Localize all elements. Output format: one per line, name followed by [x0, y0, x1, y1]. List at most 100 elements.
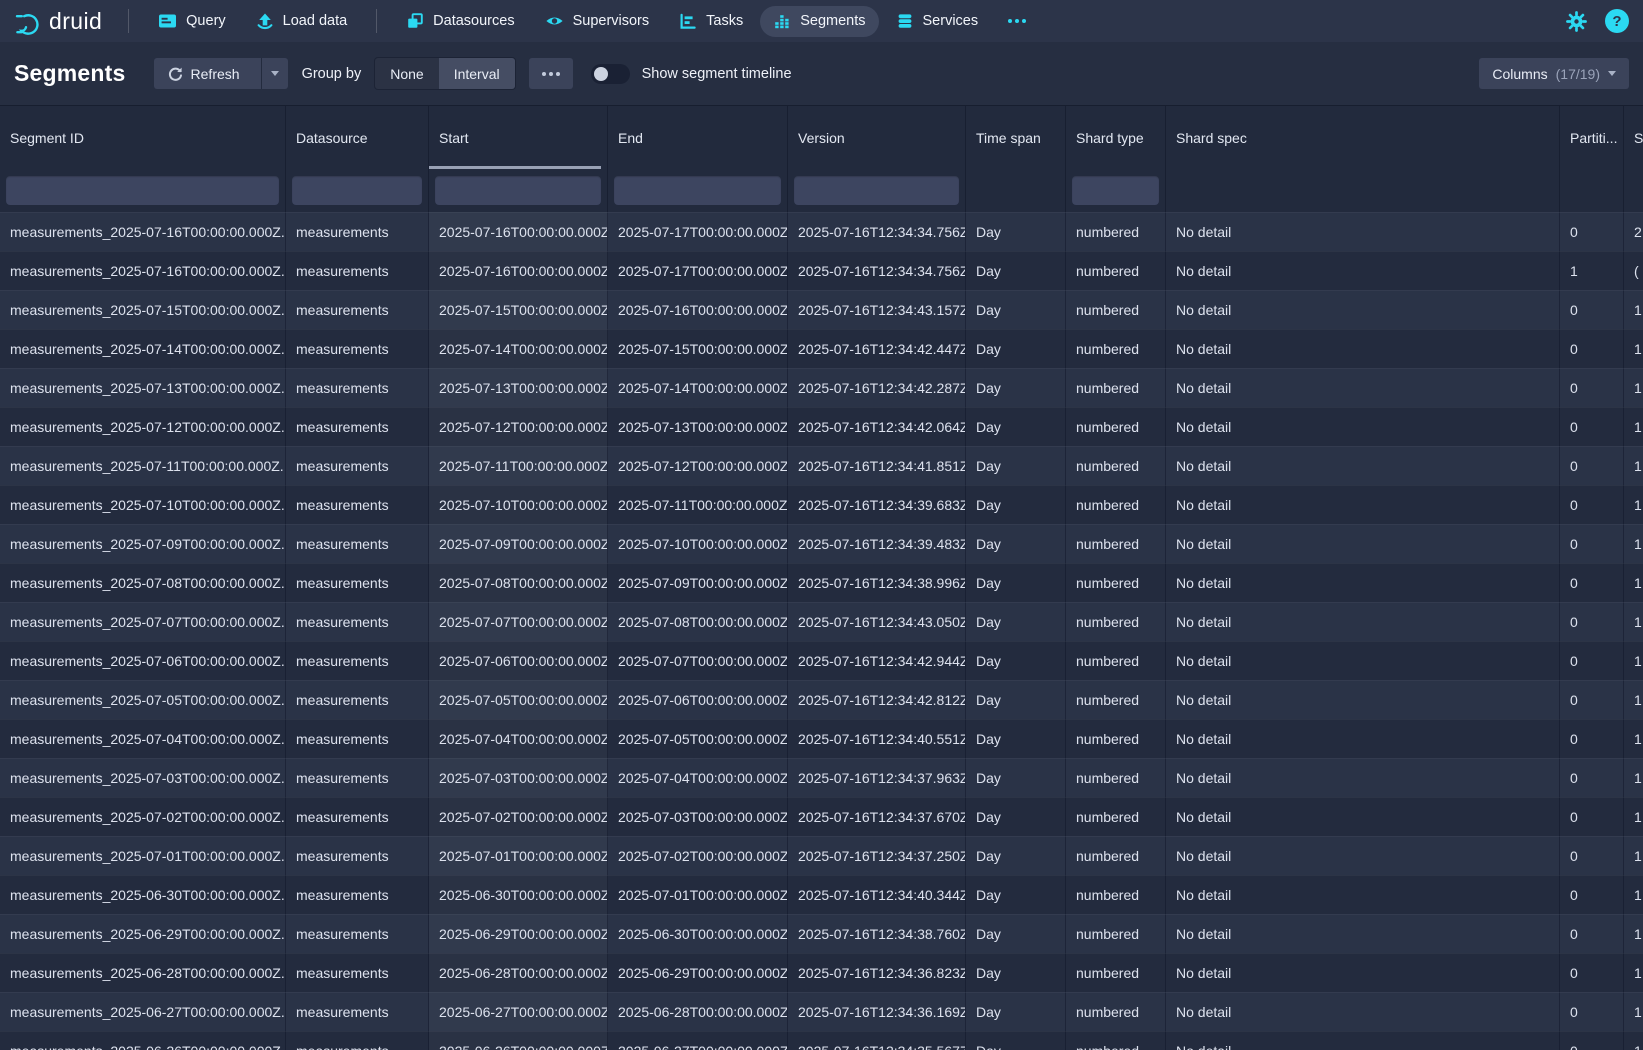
- segments-table-body: measurements_2025-07-16T00:00:00.000Z...…: [0, 212, 1643, 1050]
- columns-button[interactable]: Columns (17/19): [1479, 58, 1629, 89]
- help-icon[interactable]: ?: [1605, 9, 1629, 33]
- cell-partition: 0: [1560, 797, 1624, 836]
- filter-end-input[interactable]: [614, 176, 781, 205]
- cell-size: 1: [1624, 758, 1643, 797]
- nav-item-load-data[interactable]: Load data: [243, 5, 361, 37]
- refresh-button[interactable]: Refresh: [154, 58, 253, 89]
- table-row[interactable]: measurements_2025-06-28T00:00:00.000Z...…: [0, 953, 1643, 992]
- cell-size: 1: [1624, 368, 1643, 407]
- cell-datasource: measurements: [286, 992, 429, 1031]
- cell-version: 2025-07-16T12:34:34.756Z: [788, 212, 966, 251]
- cell-version: 2025-07-16T12:34:35.567Z: [788, 1031, 966, 1050]
- table-row[interactable]: measurements_2025-07-07T00:00:00.000Z...…: [0, 602, 1643, 641]
- column-header-size[interactable]: S: [1624, 106, 1643, 169]
- cell-segment-id: measurements_2025-06-29T00:00:00.000Z...: [0, 914, 286, 953]
- cell-start: 2025-06-28T00:00:00.000Z: [429, 953, 608, 992]
- table-row[interactable]: measurements_2025-07-13T00:00:00.000Z...…: [0, 368, 1643, 407]
- cell-shard-type: numbered: [1066, 524, 1166, 563]
- cell-size: 1: [1624, 914, 1643, 953]
- nav-item-supervisors[interactable]: Supervisors: [532, 6, 663, 36]
- table-row[interactable]: measurements_2025-06-29T00:00:00.000Z...…: [0, 914, 1643, 953]
- cell-datasource: measurements: [286, 914, 429, 953]
- cell-shard-type: numbered: [1066, 329, 1166, 368]
- table-row[interactable]: measurements_2025-07-15T00:00:00.000Z...…: [0, 290, 1643, 329]
- cell-partition: 0: [1560, 641, 1624, 680]
- table-row[interactable]: measurements_2025-07-11T00:00:00.000Z...…: [0, 446, 1643, 485]
- cell-version: 2025-07-16T12:34:37.670Z: [788, 797, 966, 836]
- cell-start: 2025-07-06T00:00:00.000Z: [429, 641, 608, 680]
- cell-shard-type: numbered: [1066, 368, 1166, 407]
- more-options-button[interactable]: [529, 58, 573, 89]
- nav-item-segments[interactable]: Segments: [760, 6, 878, 37]
- refresh-dropdown-button[interactable]: [261, 58, 288, 89]
- table-row[interactable]: measurements_2025-07-10T00:00:00.000Z...…: [0, 485, 1643, 524]
- table-row[interactable]: measurements_2025-07-03T00:00:00.000Z...…: [0, 758, 1643, 797]
- nav-item-tasks[interactable]: Tasks: [666, 6, 756, 37]
- table-row[interactable]: measurements_2025-07-04T00:00:00.000Z...…: [0, 719, 1643, 758]
- cell-partition: 0: [1560, 485, 1624, 524]
- group-by-none-button[interactable]: None: [375, 58, 438, 89]
- table-row[interactable]: measurements_2025-07-06T00:00:00.000Z...…: [0, 641, 1643, 680]
- segment-timeline-toggle[interactable]: Show segment timeline: [591, 64, 792, 84]
- cell-shard-type: numbered: [1066, 836, 1166, 875]
- cell-time-span: Day: [966, 680, 1066, 719]
- cell-shard-type: numbered: [1066, 407, 1166, 446]
- column-header-end[interactable]: End: [608, 106, 788, 169]
- table-row[interactable]: measurements_2025-07-08T00:00:00.000Z...…: [0, 563, 1643, 602]
- table-row[interactable]: measurements_2025-07-16T00:00:00.000Z...…: [0, 212, 1643, 251]
- column-header-datasource[interactable]: Datasource: [286, 106, 429, 169]
- column-header-version[interactable]: Version: [788, 106, 966, 169]
- cell-start: 2025-07-01T00:00:00.000Z: [429, 836, 608, 875]
- toggle-track[interactable]: [591, 64, 630, 84]
- table-row[interactable]: measurements_2025-07-01T00:00:00.000Z...…: [0, 836, 1643, 875]
- cell-size: (: [1624, 251, 1643, 290]
- cell-version: 2025-07-16T12:34:42.064Z: [788, 407, 966, 446]
- cell-time-span: Day: [966, 446, 1066, 485]
- table-row[interactable]: measurements_2025-06-26T00:00:00.000Z...…: [0, 1031, 1643, 1050]
- table-row[interactable]: measurements_2025-07-02T00:00:00.000Z...…: [0, 797, 1643, 836]
- cell-shard-spec: No detail: [1166, 485, 1560, 524]
- cell-shard-spec: No detail: [1166, 1031, 1560, 1050]
- cell-size: 1: [1624, 836, 1643, 875]
- filter-start-input[interactable]: [435, 176, 601, 205]
- cell-datasource: measurements: [286, 368, 429, 407]
- table-row[interactable]: measurements_2025-07-12T00:00:00.000Z...…: [0, 407, 1643, 446]
- column-header-shard-type[interactable]: Shard type: [1066, 106, 1166, 169]
- cell-time-span: Day: [966, 719, 1066, 758]
- nav-item-datasources[interactable]: Datasources: [393, 5, 527, 37]
- cell-segment-id: measurements_2025-06-27T00:00:00.000Z...: [0, 992, 286, 1031]
- cell-start: 2025-06-27T00:00:00.000Z: [429, 992, 608, 1031]
- cell-datasource: measurements: [286, 875, 429, 914]
- table-row[interactable]: measurements_2025-07-14T00:00:00.000Z...…: [0, 329, 1643, 368]
- filter-segment-id-input[interactable]: [6, 176, 279, 205]
- druid-logo[interactable]: druid: [14, 8, 102, 35]
- cell-end: 2025-07-06T00:00:00.000Z: [608, 680, 788, 719]
- column-header-time-span[interactable]: Time span: [966, 106, 1066, 169]
- cell-size: 1: [1624, 446, 1643, 485]
- column-header-partition[interactable]: Partiti...: [1560, 106, 1624, 169]
- cell-start: 2025-06-30T00:00:00.000Z: [429, 875, 608, 914]
- table-row[interactable]: measurements_2025-07-09T00:00:00.000Z...…: [0, 524, 1643, 563]
- cell-start: 2025-07-11T00:00:00.000Z: [429, 446, 608, 485]
- nav-item-query[interactable]: Query: [145, 5, 239, 37]
- filter-datasource-input[interactable]: [292, 176, 422, 205]
- nav-item-services[interactable]: Services: [883, 5, 992, 37]
- table-row[interactable]: measurements_2025-06-30T00:00:00.000Z...…: [0, 875, 1643, 914]
- table-row[interactable]: measurements_2025-07-05T00:00:00.000Z...…: [0, 680, 1643, 719]
- cell-segment-id: measurements_2025-07-03T00:00:00.000Z...: [0, 758, 286, 797]
- column-header-shard-spec[interactable]: Shard spec: [1166, 106, 1560, 169]
- group-by-interval-button[interactable]: Interval: [439, 58, 515, 89]
- nav-item-more[interactable]: [995, 12, 1039, 30]
- cell-segment-id: measurements_2025-07-09T00:00:00.000Z...: [0, 524, 286, 563]
- gear-icon[interactable]: [1566, 11, 1587, 32]
- cell-segment-id: measurements_2025-07-01T00:00:00.000Z...: [0, 836, 286, 875]
- filter-version-input[interactable]: [794, 176, 959, 205]
- column-header-start[interactable]: Start: [429, 106, 608, 169]
- column-header-segment-id[interactable]: Segment ID: [0, 106, 286, 169]
- filter-shard-type-input[interactable]: [1072, 176, 1159, 205]
- cell-version: 2025-07-16T12:34:36.169Z: [788, 992, 966, 1031]
- table-row[interactable]: measurements_2025-06-27T00:00:00.000Z...…: [0, 992, 1643, 1031]
- cell-shard-type: numbered: [1066, 563, 1166, 602]
- table-row[interactable]: measurements_2025-07-16T00:00:00.000Z...…: [0, 251, 1643, 290]
- cell-datasource: measurements: [286, 251, 429, 290]
